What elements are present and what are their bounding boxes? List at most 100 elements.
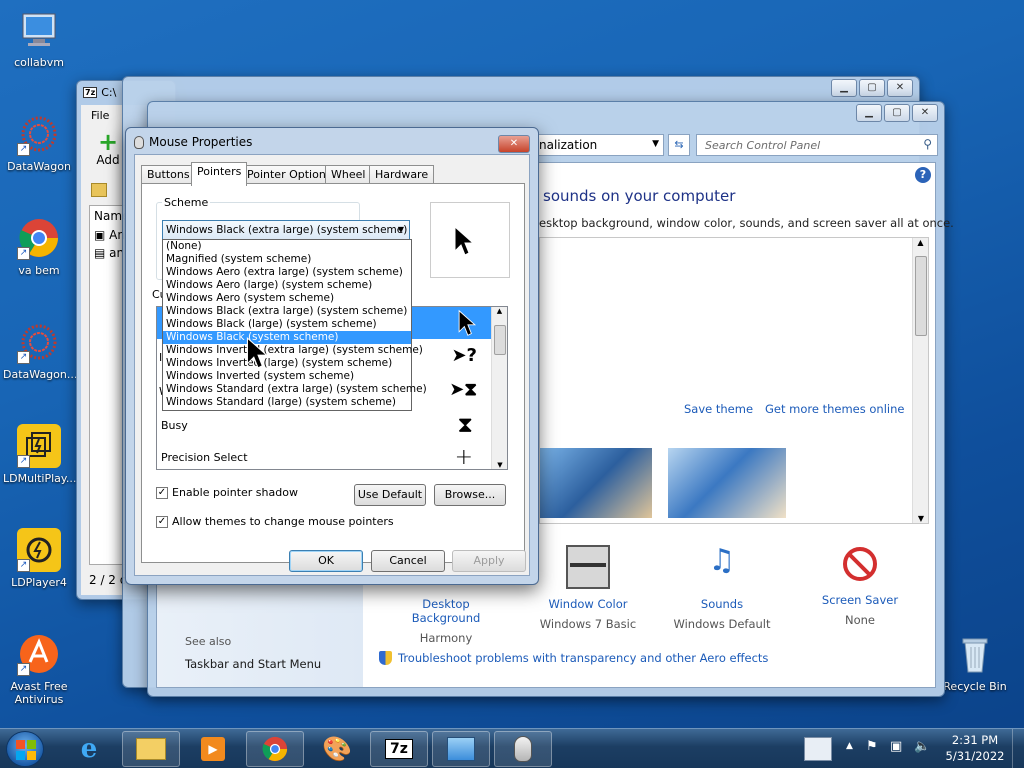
desktop-icon-ldplayer4[interactable]: ↗ LDPlayer4 [3,528,75,589]
search-input[interactable]: Search Control Panel ⚲ [696,134,938,156]
get-more-themes-link[interactable]: Get more themes online [765,402,904,416]
desktop-icon-avast[interactable]: ↗ Avast Free Antivirus [3,632,75,706]
themes-list[interactable]: Save theme Get more themes online ▲ ▼ [539,237,929,524]
action-center-icon[interactable]: ⚑ [866,739,878,754]
scroll-down-icon[interactable]: ▼ [913,514,929,523]
minimize-button[interactable]: ▁ [856,104,882,122]
scroll-down-icon[interactable]: ▼ [492,461,507,469]
dropdown-option[interactable]: Windows Inverted (system scheme) [163,370,411,383]
show-desktop-button[interactable] [1012,729,1024,768]
scroll-up-icon[interactable]: ▲ [913,238,928,247]
taskbar-explorer[interactable] [122,731,180,767]
troubleshoot-link[interactable]: Troubleshoot problems with transparency … [379,651,768,665]
sevenzip-titlebar[interactable]: 7z C:\ [83,86,116,99]
scheme-select[interactable]: Windows Black (extra large) (system sche… [162,220,410,240]
allow-themes-checkbox[interactable]: ✓ Allow themes to change mouse pointers [156,515,394,528]
network-icon[interactable]: ▣ [890,739,902,754]
dialog-titlebar[interactable]: Mouse Properties [134,135,252,149]
desktop-icon-datawagon-2[interactable]: ↗ DataWagon... [3,320,77,381]
save-theme-link[interactable]: Save theme [684,402,753,416]
desktop-icon-chrome[interactable]: ↗ va bem [3,216,75,277]
taskbar-ie[interactable]: e [60,731,118,767]
desktop-icon-recycle-bin[interactable]: Recycle Bin [939,632,1011,693]
volume-icon[interactable]: 🔈 [914,739,930,754]
chevron-down-icon[interactable]: ▼ [652,139,659,149]
taskbar-7zip[interactable]: 7z [370,731,428,767]
address-bar[interactable]: nalization ▼ [528,134,664,156]
shortcut-arrow-icon: ↗ [17,351,30,364]
taskbar-media-player[interactable]: ▶ [184,731,242,767]
refresh-icon[interactable]: ⇆ [668,134,690,156]
tab-hardware[interactable]: Hardware [369,165,435,185]
enable-shadow-checkbox[interactable]: ✓ Enable pointer shadow [156,486,298,499]
sevenzip-title: C:\ [101,86,117,99]
scheme-dropdown-list[interactable]: (None) Magnified (system scheme) Windows… [162,239,427,411]
checkbox-checked-icon[interactable]: ✓ [156,486,168,499]
browse-button[interactable]: Browse... [434,484,506,506]
ok-button[interactable]: OK [289,550,363,572]
search-icon[interactable]: ⚲ [923,137,932,151]
dropdown-option[interactable]: Windows Inverted (extra large) (system s… [163,344,423,357]
see-also-heading: See also [185,635,232,648]
checkbox-checked-icon[interactable]: ✓ [156,515,168,528]
dropdown-option-highlighted[interactable]: Windows Black (system scheme) [163,331,411,344]
sounds-item[interactable]: ♫ Sounds Windows Default [667,539,777,631]
breadcrumb[interactable]: nalization [539,138,597,152]
dropdown-option[interactable]: Windows Black (large) (system scheme) [163,318,411,331]
scroll-up-icon[interactable]: ▲ [492,307,507,315]
apply-button[interactable]: Apply [452,550,526,572]
tab-wheel[interactable]: Wheel [325,165,372,185]
use-default-button[interactable]: Use Default [354,484,426,506]
dropdown-option[interactable]: Magnified (system scheme) [163,253,411,266]
tab-pointers[interactable]: Pointers [191,162,248,186]
scroll-thumb[interactable] [494,325,506,355]
show-hidden-icons[interactable]: ▲ [846,741,853,751]
add-button[interactable]: + Add [93,130,123,167]
chevron-down-icon[interactable]: ▼ [398,225,404,234]
desktop-icon-collabvm[interactable]: collabvm [3,8,75,69]
maximize-button[interactable]: ▢ [884,104,910,122]
up-folder-icon[interactable] [91,183,107,197]
scroll-thumb[interactable] [915,256,927,336]
maximize-button[interactable]: ▢ [859,79,885,97]
window-color-item[interactable]: Window Color Windows 7 Basic [533,539,643,631]
dropdown-option[interactable]: Windows Aero (large) (system scheme) [163,279,411,292]
computer-icon [17,8,61,52]
scrollbar[interactable]: ▲ ▼ [491,307,507,469]
desktop-icon-datawagon[interactable]: ↗ DataWagon [3,112,75,173]
screen-saver-item[interactable]: Screen Saver None [805,539,915,627]
dropdown-option[interactable]: Windows Inverted (large) (system scheme) [163,357,411,370]
theme-thumbnail[interactable] [668,448,786,518]
taskbar-mouse-properties[interactable] [494,731,552,767]
minimize-button[interactable]: ▁ [831,79,857,97]
close-button[interactable]: ✕ [887,79,913,97]
theme-thumbnail[interactable] [540,448,652,518]
cancel-button[interactable]: Cancel [371,550,445,572]
search-placeholder: Search Control Panel [705,139,821,152]
menu-file[interactable]: File [91,109,109,122]
close-button[interactable]: ✕ [498,135,530,153]
dialog-title: Mouse Properties [149,135,253,149]
clock-date: 5/31/2022 [945,749,1005,763]
tab-buttons[interactable]: Buttons [141,165,196,185]
help-icon[interactable]: ? [915,167,931,183]
dropdown-option[interactable]: Windows Standard (extra large) (system s… [163,383,427,396]
dropdown-option[interactable]: Windows Aero (system scheme) [163,292,411,305]
tray-pen-icon[interactable] [804,737,832,761]
scrollbar[interactable]: ▲ ▼ [912,238,928,523]
dropdown-option[interactable]: Windows Black (extra large) (system sche… [163,305,411,318]
taskbar-start-menu-link[interactable]: Taskbar and Start Menu [185,657,321,671]
taskbar-paint[interactable]: 🎨 [308,731,366,767]
start-button[interactable] [6,731,44,767]
list-item[interactable]: Precision Select + [157,445,491,469]
desktop-icon-ldmultiplayer[interactable]: ↗ LDMultiPlay... [3,424,76,485]
tab-pointer-options[interactable]: Pointer Options [241,165,338,185]
dropdown-option[interactable]: Windows Standard (large) (system scheme) [163,396,411,409]
dropdown-option[interactable]: Windows Aero (extra large) (system schem… [163,266,411,279]
clock[interactable]: 2:31 PM 5/31/2022 [940,732,1010,764]
list-item[interactable]: Busy ⧗ [157,411,491,443]
dropdown-option[interactable]: (None) [163,240,411,253]
close-button[interactable]: ✕ [912,104,938,122]
taskbar-chrome[interactable] [246,731,304,767]
taskbar-control-panel[interactable] [432,731,490,767]
